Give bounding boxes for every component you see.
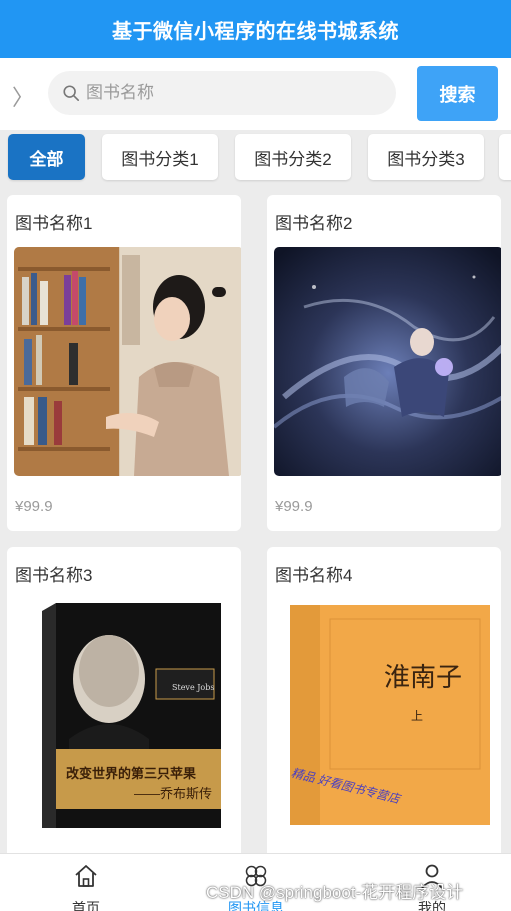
search-bar: 〉 搜索 bbox=[0, 58, 511, 130]
category-tab-partial[interactable] bbox=[499, 134, 511, 180]
book-price: ¥99.9 bbox=[275, 498, 313, 515]
tab-home[interactable]: 首页 bbox=[26, 854, 146, 911]
book-cover-image[interactable] bbox=[14, 247, 241, 476]
book-card-4[interactable]: 图书名称4 淮南子 上 精品 好看图书专营店 bbox=[267, 547, 501, 867]
book-cover-title: 淮南子 bbox=[384, 663, 463, 693]
tab-label: 首页 bbox=[72, 900, 100, 911]
app: 基于微信小程序的在线书城系统 〉 搜索 全部 图书分类1 图书分类2 图书分类3… bbox=[0, 0, 511, 911]
page-title: 基于微信小程序的在线书城系统 bbox=[112, 20, 399, 43]
category-tab-all[interactable]: 全部 bbox=[8, 134, 85, 180]
search-input[interactable] bbox=[86, 83, 366, 103]
search-button[interactable]: 搜索 bbox=[417, 66, 498, 121]
chevron-right-icon[interactable]: 〉 bbox=[12, 80, 34, 112]
header-bar: 基于微信小程序的在线书城系统 bbox=[0, 0, 511, 58]
book-cover-subtitle: Steve Jobs bbox=[172, 683, 215, 692]
book-cover-title: 改变世界的第三只苹果 bbox=[66, 766, 197, 781]
category-tab-3[interactable]: 图书分类3 bbox=[368, 134, 484, 180]
book-cover-image[interactable] bbox=[274, 247, 501, 476]
book-cover-image[interactable]: Steve Jobs 改变世界的第三只苹果 ——乔布斯传 bbox=[14, 599, 241, 828]
book-title: 图书名称1 bbox=[15, 214, 93, 233]
search-box[interactable] bbox=[48, 71, 396, 115]
book-cover-author: ——乔布斯传 bbox=[134, 786, 213, 801]
search-icon bbox=[63, 85, 80, 102]
category-tab-1[interactable]: 图书分类1 bbox=[102, 134, 218, 180]
book-title: 图书名称4 bbox=[275, 566, 353, 585]
book-card-3[interactable]: 图书名称3 Steve Jobs 改变世界的第三只苹果 ——乔布斯传 bbox=[7, 547, 241, 867]
book-cover-volume: 上 bbox=[411, 709, 424, 723]
book-title: 图书名称3 bbox=[15, 566, 93, 585]
watermark-text: CSDN @springboot-花开程序设计 bbox=[206, 883, 464, 902]
category-bar: 全部 图书分类1 图书分类2 图书分类3 bbox=[0, 130, 511, 186]
book-title: 图书名称2 bbox=[275, 214, 353, 233]
book-cover-image[interactable]: 淮南子 上 精品 好看图书专营店 bbox=[274, 599, 501, 828]
book-price: ¥99.9 bbox=[15, 498, 53, 515]
book-card-2[interactable]: 图书名称2 ¥99.9 bbox=[267, 195, 501, 531]
book-card-1[interactable]: 图书名称1 ¥99.9 bbox=[7, 195, 241, 531]
home-icon bbox=[75, 865, 97, 887]
category-tab-2[interactable]: 图书分类2 bbox=[235, 134, 351, 180]
